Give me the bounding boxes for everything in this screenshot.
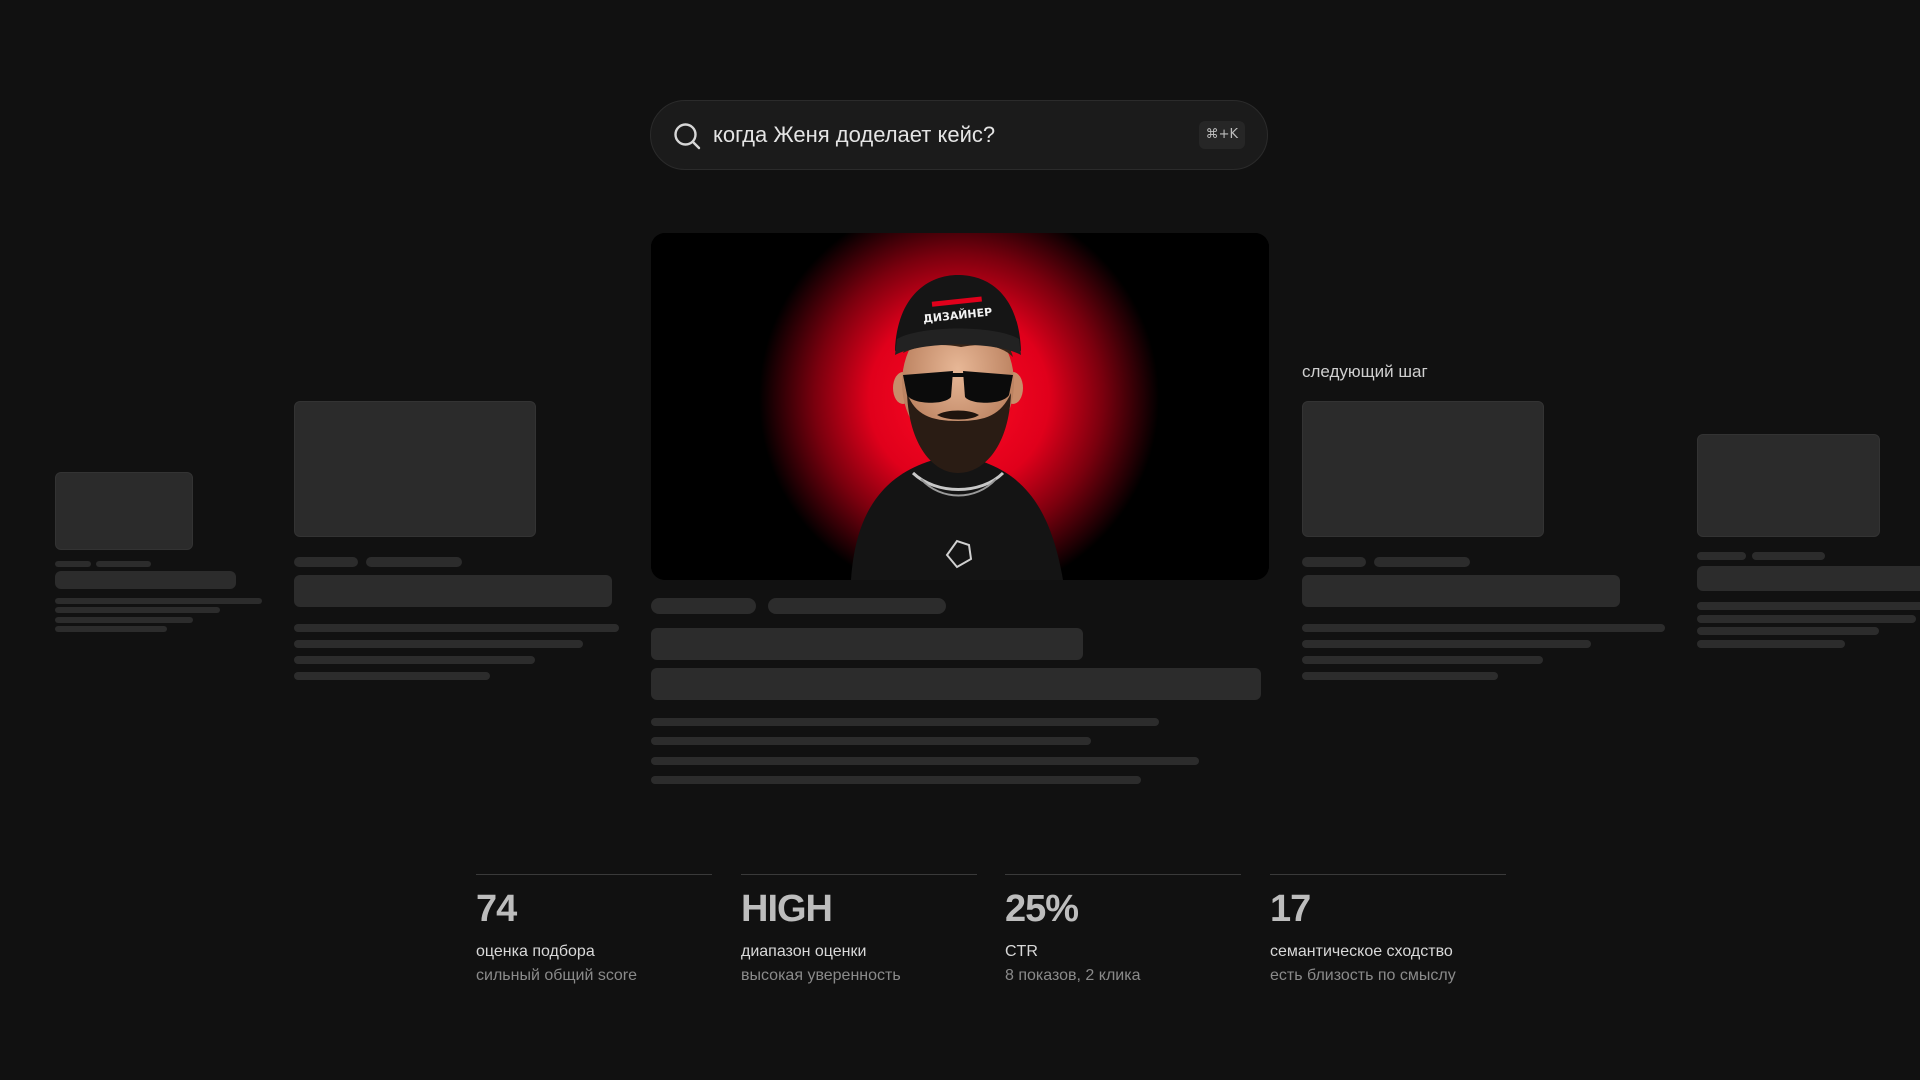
card-text-line [651, 737, 1091, 745]
metric-match-score: 74 оценка подбора сильный общий score [476, 874, 712, 987]
designer-avatar-illustration: ДИЗАЙНЕР [651, 233, 1269, 580]
card-text-line [1302, 672, 1498, 680]
metric-caption: высокая уверенность [741, 967, 901, 984]
card-tag [1302, 557, 1366, 567]
card-tag [96, 561, 151, 567]
card-text-line [651, 776, 1141, 784]
card-tag [651, 598, 756, 614]
card-title [294, 575, 612, 607]
card-title [55, 571, 236, 589]
next-step-label: следующий шаг [1302, 362, 1428, 381]
metric-label: диапазон оценки [741, 943, 867, 960]
card-tag [1752, 552, 1825, 560]
card-text-line [651, 718, 1159, 726]
card-text-line [1697, 602, 1920, 610]
card-text-line [55, 607, 220, 613]
search-bar[interactable]: когда Женя доделает кейс? ⌘+K [650, 100, 1268, 170]
metric-value: HIGH [741, 888, 833, 930]
card-tag [55, 561, 91, 567]
metric-score-range: HIGH диапазон оценки высокая уверенность [741, 874, 977, 987]
card-text-line [294, 640, 583, 648]
card-text-line [55, 617, 193, 623]
card-text-line [294, 672, 490, 680]
metric-label: оценка подбора [476, 943, 595, 960]
card-text-line [294, 656, 535, 664]
shortcut-badge: ⌘+K [1198, 121, 1245, 149]
card-text-line [651, 757, 1199, 765]
metric-ctr: 25% CTR 8 показов, 2 клика [1005, 874, 1241, 987]
card-text-line [55, 626, 167, 632]
metric-label: CTR [1005, 943, 1038, 960]
card-text-line [1697, 615, 1916, 623]
metric-caption: сильный общий score [476, 967, 637, 984]
card-title [1302, 575, 1620, 607]
metric-caption: 8 показов, 2 клика [1005, 967, 1141, 984]
card-text-line [1302, 640, 1591, 648]
card-text-line [1302, 624, 1665, 632]
card-text-line [1697, 640, 1845, 648]
metric-value: 74 [476, 888, 517, 930]
card-tag [366, 557, 462, 567]
metric-label: семантическое сходство [1270, 943, 1453, 960]
card-title [1697, 566, 1920, 591]
search-input[interactable]: когда Женя доделает кейс? [713, 101, 1153, 169]
card-text-line [1302, 656, 1543, 664]
card-thumbnail [1302, 401, 1544, 537]
card-thumbnail [55, 472, 193, 550]
card-tag [768, 598, 946, 614]
metric-semantic-similarity: 17 семантическое сходство есть близость … [1270, 874, 1506, 987]
hero-image[interactable]: ДИЗАЙНЕР [651, 233, 1269, 580]
card-thumbnail [294, 401, 536, 537]
metric-value: 17 [1270, 888, 1311, 930]
card-tag [1697, 552, 1746, 560]
card-text-line [55, 598, 262, 604]
search-icon [673, 122, 701, 150]
metric-caption: есть близость по смыслу [1270, 967, 1456, 984]
card-text-line [294, 624, 619, 632]
card-text-line [1697, 627, 1879, 635]
card-subtitle [651, 668, 1261, 700]
card-thumbnail [1697, 434, 1880, 537]
metric-value: 25% [1005, 888, 1079, 930]
card-tag [1374, 557, 1470, 567]
screen: когда Женя доделает кейс? ⌘+K ДИЗАЙНЕР с… [0, 0, 1920, 1080]
card-title [651, 628, 1083, 660]
card-tag [294, 557, 358, 567]
